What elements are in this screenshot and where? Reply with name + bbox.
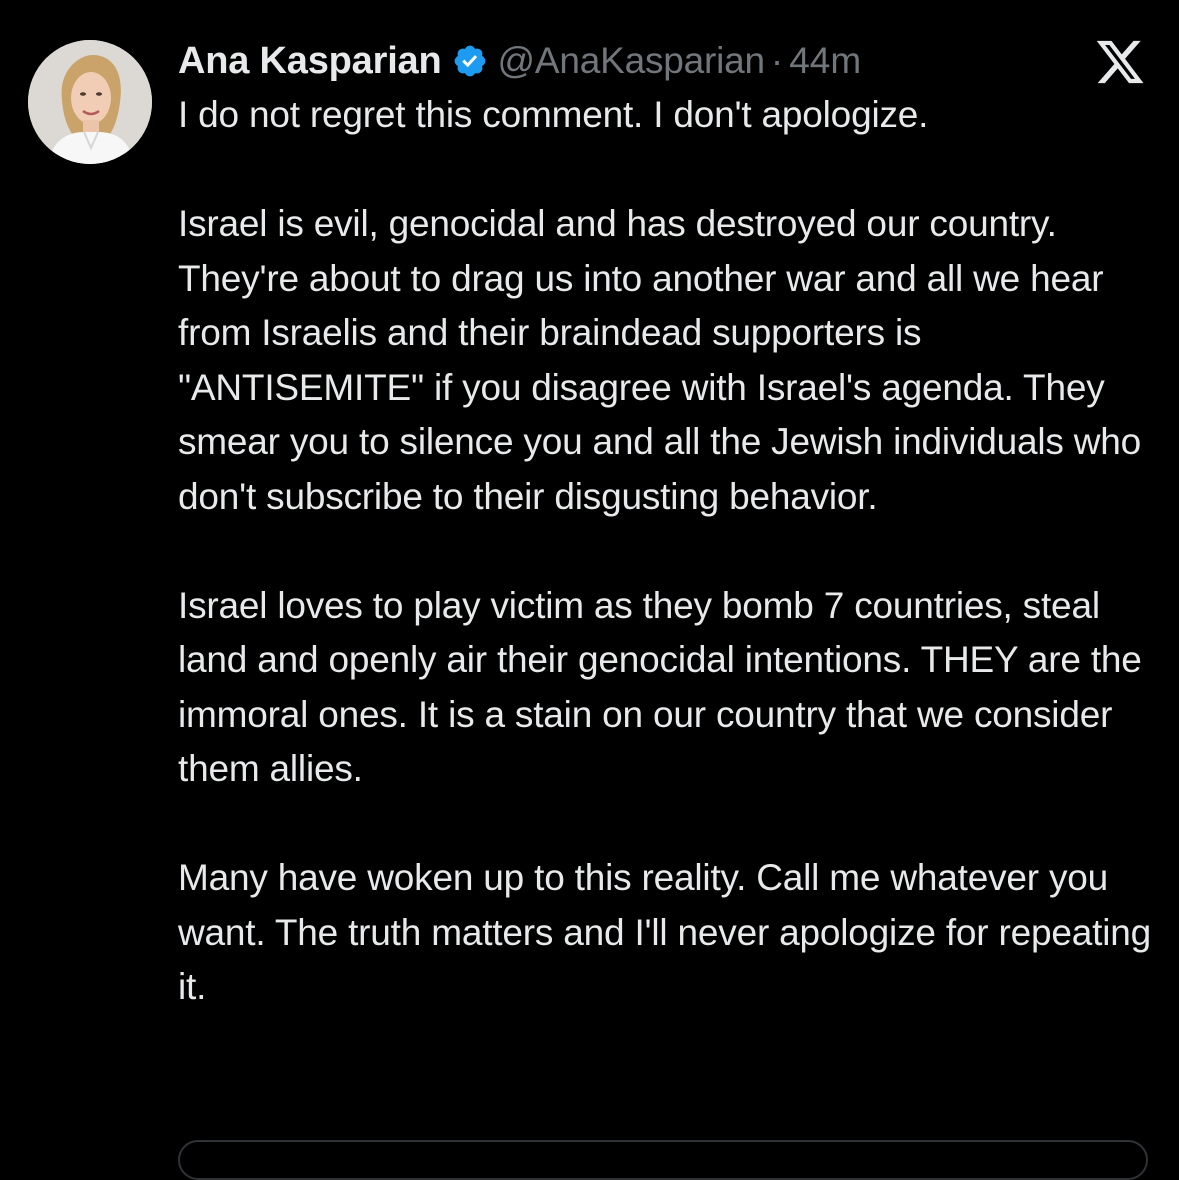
author-display-name[interactable]: Ana Kasparian (178, 40, 442, 83)
header-separator: · (770, 40, 784, 81)
tweet-text-line: I do not regret this comment. I don't ap… (178, 94, 929, 135)
tweet-header: Ana Kasparian @AnaKasparian · 44m (178, 36, 861, 86)
tweet-paragraph: Israel is evil, genocidal and has destro… (178, 203, 1142, 517)
x-logo-icon[interactable] (1094, 36, 1146, 88)
tweet-timestamp[interactable]: 44m (789, 40, 861, 82)
tweet-body: I do not regret this comment. I don't ap… (178, 88, 1168, 1015)
tweet-paragraph: Israel loves to play victim as they bomb… (178, 584, 1142, 790)
tweet[interactable]: Ana Kasparian @AnaKasparian · 44m I do n… (0, 0, 1179, 1180)
embedded-card[interactable] (178, 1140, 1148, 1180)
profile-avatar[interactable] (28, 40, 152, 164)
author-handle[interactable]: @AnaKasparian (498, 40, 766, 82)
verified-badge-icon[interactable] (452, 43, 488, 79)
tweet-paragraph: Many have woken up to this reality. Call… (178, 857, 1151, 1007)
